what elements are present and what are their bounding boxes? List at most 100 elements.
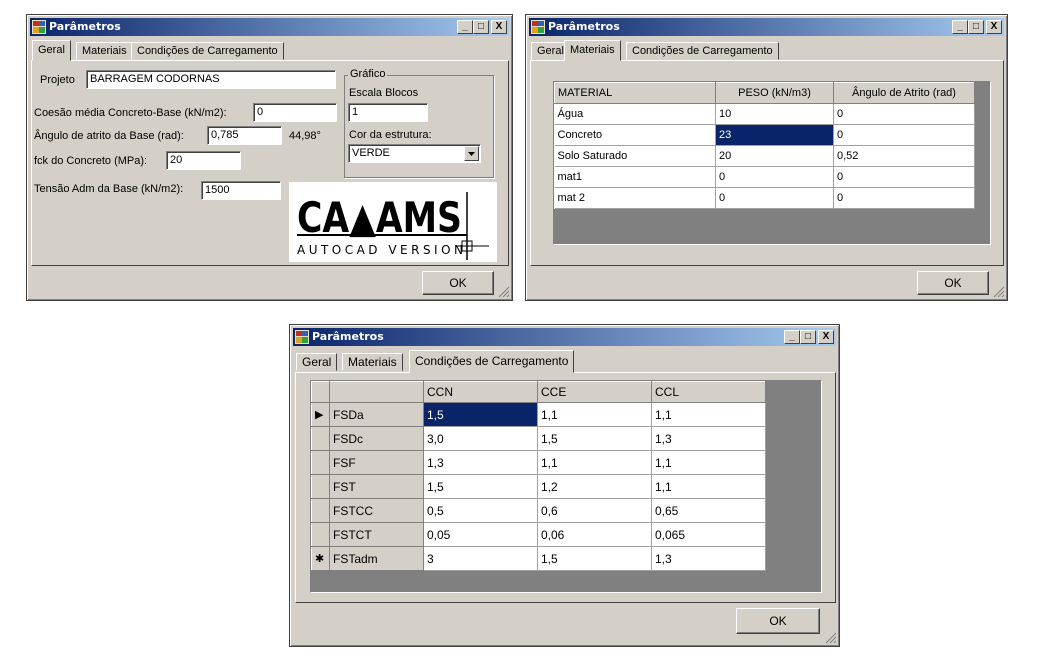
ccl-cell[interactable]: 1,1	[651, 474, 766, 499]
column-header-ccl[interactable]: CCL	[651, 381, 766, 403]
resize-grip-icon[interactable]	[993, 286, 1005, 298]
column-header-ccn[interactable]: CCN	[423, 381, 538, 403]
ccl-cell[interactable]: 1,3	[651, 546, 766, 571]
table-row[interactable]: FSF 1,3 1,1 1,1	[311, 450, 766, 475]
ccl-cell[interactable]: 1,1	[651, 450, 766, 475]
close-button[interactable]: X	[986, 20, 1002, 34]
resize-grip-icon[interactable]	[825, 632, 837, 644]
ccn-cell[interactable]: 0,05	[423, 522, 538, 547]
column-header-name	[329, 381, 424, 403]
angulo-label: Ângulo de atrito da Base (rad):	[34, 130, 184, 142]
tab-geral[interactable]: Geral	[32, 40, 71, 61]
ccn-cell[interactable]: 1,5	[423, 474, 538, 499]
table-row[interactable]: FST 1,5 1,2 1,1	[311, 474, 766, 499]
peso-cell[interactable]: 10	[715, 103, 834, 125]
cor-select[interactable]: VERDE	[348, 144, 481, 163]
cce-cell[interactable]: 0,6	[537, 498, 652, 523]
row-marker[interactable]	[311, 522, 330, 547]
peso-cell[interactable]: 0	[715, 166, 834, 188]
angulo-cell[interactable]: 0,52	[833, 145, 975, 167]
ccn-cell[interactable]: 0,5	[423, 498, 538, 523]
table-row[interactable]: FSTCT 0,05 0,06 0,065	[311, 522, 766, 547]
row-marker[interactable]	[311, 474, 330, 499]
column-header-peso[interactable]: PESO (kN/m3)	[715, 82, 834, 104]
ccn-cell[interactable]: 3	[423, 546, 538, 571]
ccn-cell[interactable]: 1,3	[423, 450, 538, 475]
tab-geral[interactable]: Geral	[296, 353, 338, 371]
column-header-material[interactable]: MATERIAL	[554, 82, 716, 104]
close-button[interactable]: X	[818, 330, 834, 344]
row-marker-current-icon[interactable]: ▶	[311, 402, 330, 427]
row-marker[interactable]	[311, 450, 330, 475]
dropdown-arrow-icon[interactable]	[464, 146, 479, 161]
angulo-cell[interactable]: 0	[833, 124, 975, 146]
material-cell[interactable]: Solo Saturado	[554, 145, 716, 167]
material-cell[interactable]: mat 2	[554, 187, 716, 209]
escala-input[interactable]: 1	[348, 103, 428, 122]
tensao-label: Tensão Adm da Base (kN/m2):	[34, 183, 184, 195]
close-button[interactable]: X	[491, 20, 507, 34]
titlebar[interactable]: Parâmetros _ □ X	[293, 328, 836, 346]
projeto-input[interactable]: BARRAGEM CODORNAS	[86, 70, 336, 89]
ccn-cell-selected[interactable]: 1,5	[423, 402, 538, 427]
peso-cell-selected[interactable]: 23	[715, 124, 834, 146]
table-row[interactable]: ▶ FSDa 1,5 1,1 1,1	[311, 402, 766, 427]
peso-cell[interactable]: 20	[715, 145, 834, 167]
titlebar[interactable]: Parâmetros _ □ X	[529, 18, 1004, 36]
titlebar[interactable]: Parâmetros _ □ X	[30, 18, 509, 36]
table-row[interactable]: Água 10 0	[554, 103, 975, 125]
minimize-button[interactable]: _	[457, 20, 473, 34]
cce-cell[interactable]: 0,06	[537, 522, 652, 547]
tab-condicoes[interactable]: Condições de Carregamento	[626, 42, 779, 60]
maximize-button[interactable]: □	[473, 20, 489, 34]
coesao-input[interactable]: 0	[253, 103, 337, 122]
angulo-cell[interactable]: 0	[833, 187, 975, 209]
peso-cell[interactable]: 0	[715, 187, 834, 209]
maximize-button[interactable]: □	[800, 330, 816, 344]
ccl-cell[interactable]: 1,3	[651, 426, 766, 451]
table-row[interactable]: FSTCC 0,5 0,6 0,65	[311, 498, 766, 523]
ccl-cell[interactable]: 0,065	[651, 522, 766, 547]
row-marker-new-icon[interactable]: ✱	[311, 546, 330, 571]
angulo-input[interactable]: 0,785	[207, 126, 282, 145]
tensao-input[interactable]: 1500	[201, 181, 281, 200]
tab-materiais[interactable]: Materiais	[564, 40, 621, 61]
ccl-cell[interactable]: 0,65	[651, 498, 766, 523]
table-row[interactable]: Concreto 23 0	[554, 124, 975, 146]
minimize-button[interactable]: _	[784, 330, 800, 344]
table-row[interactable]: Solo Saturado 20 0,52	[554, 145, 975, 167]
ok-button[interactable]: OK	[422, 271, 494, 295]
material-cell[interactable]: mat1	[554, 166, 716, 188]
maximize-button[interactable]: □	[968, 20, 984, 34]
cce-cell[interactable]: 1,1	[537, 450, 652, 475]
cce-cell[interactable]: 1,1	[537, 402, 652, 427]
ok-button[interactable]: OK	[917, 271, 989, 295]
material-cell[interactable]: Água	[554, 103, 716, 125]
cce-cell[interactable]: 1,5	[537, 426, 652, 451]
tab-condicoes[interactable]: Condições de Carregamento	[409, 350, 575, 373]
tab-condicoes[interactable]: Condições de Carregamento	[131, 42, 284, 60]
column-header-angulo[interactable]: Ângulo de Atrito (rad)	[833, 82, 975, 104]
table-row[interactable]: mat 2 0 0	[554, 187, 975, 209]
resize-grip-icon[interactable]	[498, 286, 510, 298]
ccl-cell[interactable]: 1,1	[651, 402, 766, 427]
minimize-button[interactable]: _	[952, 20, 968, 34]
material-cell[interactable]: Concreto	[554, 124, 716, 146]
row-marker[interactable]	[311, 426, 330, 451]
cce-cell[interactable]: 1,2	[537, 474, 652, 499]
tab-materiais[interactable]: Materiais	[76, 42, 133, 60]
angulo-cell[interactable]: 0	[833, 103, 975, 125]
table-row-new[interactable]: ✱ FSTadm 3 1,5 1,3	[311, 546, 766, 571]
angulo-cell[interactable]: 0	[833, 166, 975, 188]
tab-materiais[interactable]: Materiais	[342, 353, 403, 371]
row-marker[interactable]	[311, 498, 330, 523]
cce-cell[interactable]: 1,5	[537, 546, 652, 571]
fck-input[interactable]: 20	[166, 151, 241, 170]
table-row[interactable]: mat1 0 0	[554, 166, 975, 188]
table-row[interactable]: FSDc 3,0 1,5 1,3	[311, 426, 766, 451]
row-name: FST	[329, 474, 424, 499]
ccn-cell[interactable]: 3,0	[423, 426, 538, 451]
condicoes-table: CCN CCE CCL ▶ FSDa 1,5 1,1 1,1 FSDc 3,0 …	[311, 381, 766, 571]
ok-button[interactable]: OK	[736, 608, 820, 634]
column-header-cce[interactable]: CCE	[537, 381, 652, 403]
